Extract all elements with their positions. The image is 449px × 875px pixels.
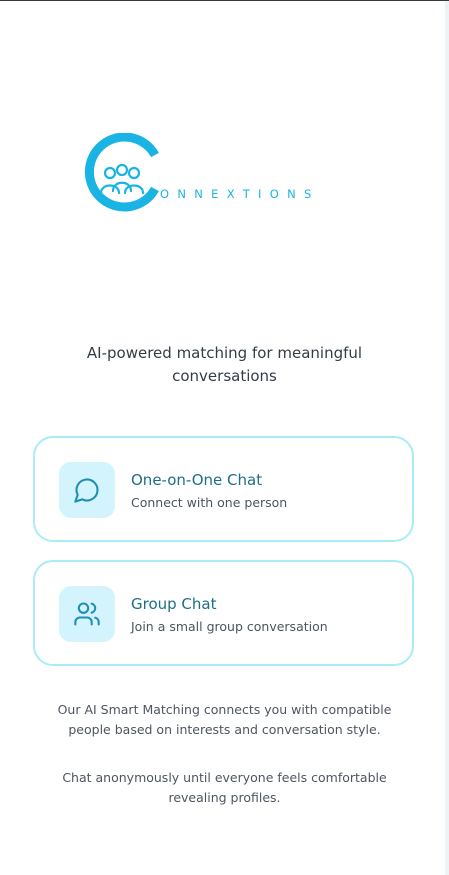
matching-info-text: Our AI Smart Matching connects you with … [57, 702, 392, 737]
scrollbar-track [445, 1, 449, 875]
app-screen: ONNEXTIONS AI-powered matching for meani… [0, 0, 449, 875]
logo-mark-icon [84, 133, 159, 212]
tagline: AI-powered matching for meaningful conve… [86, 344, 363, 385]
group-chat-option[interactable]: Group Chat Join a small group conversati… [33, 560, 414, 666]
anonymity-info-text: Chat anonymously until everyone feels co… [62, 770, 387, 805]
one-on-one-chat-option[interactable]: One-on-One Chat Connect with one person [33, 436, 414, 542]
option-description: Connect with one person [131, 495, 288, 510]
option-title: One-on-One Chat [131, 471, 263, 489]
users-icon [59, 586, 115, 642]
message-circle-icon [59, 462, 115, 518]
option-description: Join a small group conversation [131, 619, 328, 634]
option-title: Group Chat [131, 595, 217, 613]
brand-logo: ONNEXTIONS [82, 133, 362, 213]
brand-wordmark: ONNEXTIONS [160, 187, 320, 201]
